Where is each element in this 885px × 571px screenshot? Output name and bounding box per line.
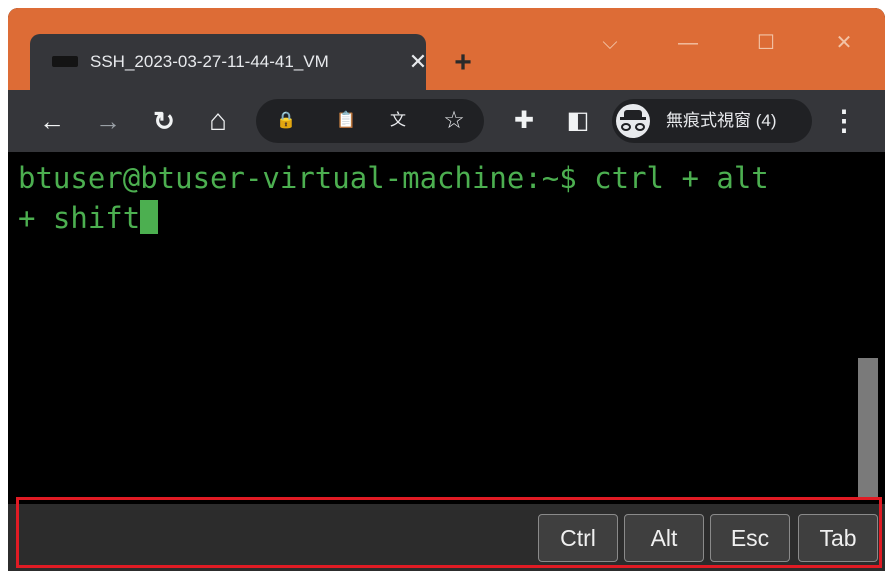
- incognito-icon: [616, 104, 650, 138]
- tab-search-chevron-icon[interactable]: ⌵: [590, 28, 630, 58]
- tab-close-icon[interactable]: ✕: [406, 50, 430, 74]
- browser-window: SSH_2023-03-27-11-44-41_VM ✕ + ⌵ — ☐ ✕ ←…: [8, 8, 885, 571]
- minimize-button[interactable]: —: [668, 28, 708, 58]
- reload-icon[interactable]: ↻: [148, 105, 180, 137]
- address-bar[interactable]: 🔒 📋 文 ☆: [256, 99, 484, 143]
- home-icon[interactable]: ⌂: [202, 105, 234, 137]
- terminal-scrollbar-thumb[interactable]: [858, 358, 878, 500]
- terminal-cursor: [140, 200, 159, 234]
- incognito-profile-button[interactable]: 無痕式視窗 (4): [612, 99, 812, 143]
- terminal-prompt: btuser@btuser-virtual-machine:~$: [18, 161, 577, 195]
- extensions-puzzle-icon[interactable]: ✚: [508, 105, 540, 137]
- tab-ssh-session[interactable]: SSH_2023-03-27-11-44-41_VM ✕: [30, 34, 427, 90]
- incognito-label: 無痕式視窗 (4): [666, 111, 777, 130]
- maximize-button[interactable]: ☐: [746, 28, 786, 58]
- terminal-text: btuser@btuser-virtual-machine:~$ ctrl + …: [18, 158, 848, 238]
- lock-icon[interactable]: 🔒: [272, 107, 300, 135]
- title-bar: SSH_2023-03-27-11-44-41_VM ✕ + ⌵ — ☐ ✕: [8, 8, 885, 90]
- back-arrow-icon[interactable]: ←: [36, 105, 68, 137]
- browser-toolbar: ← → ↻ ⌂ 🔒 📋 文 ☆ ✚ ◧ 無痕式視窗 (4) ⋮: [8, 90, 885, 152]
- terminal-command-line2: + shift: [18, 201, 141, 235]
- tab-title: SSH_2023-03-27-11-44-41_VM: [90, 52, 329, 71]
- translate-icon[interactable]: 文: [384, 107, 412, 135]
- terminal-favicon-icon: [52, 56, 78, 67]
- clipboard-icon[interactable]: 📋: [332, 107, 360, 135]
- highlight-box: [16, 497, 882, 568]
- new-tab-button[interactable]: +: [448, 48, 478, 78]
- bookmark-star-icon[interactable]: ☆: [440, 107, 468, 135]
- side-panel-icon[interactable]: ◧: [562, 105, 594, 137]
- terminal-command-line1: ctrl + alt: [576, 161, 769, 195]
- terminal-output[interactable]: btuser@btuser-virtual-machine:~$ ctrl + …: [8, 152, 854, 504]
- forward-arrow-icon[interactable]: →: [92, 105, 124, 137]
- close-window-button[interactable]: ✕: [824, 28, 864, 58]
- browser-menu-icon[interactable]: ⋮: [828, 105, 860, 137]
